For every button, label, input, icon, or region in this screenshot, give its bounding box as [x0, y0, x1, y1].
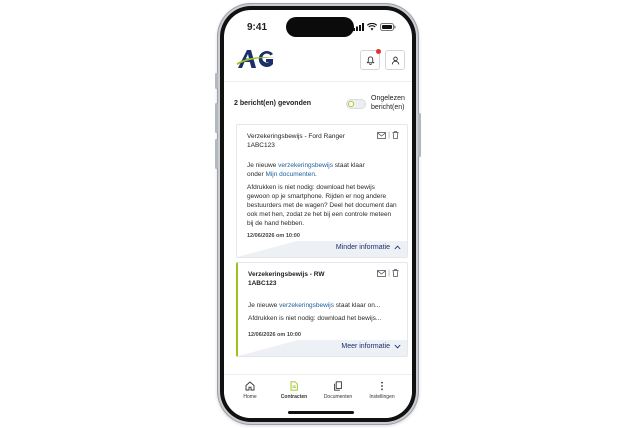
- user-icon: [391, 56, 399, 64]
- intro-text-end: staat klaar: [333, 162, 365, 169]
- bottom-nav: Home Contracten Documenten Instellingen: [224, 374, 412, 418]
- toggle-knob: [348, 101, 354, 107]
- nav-documenten-label: Documenten: [323, 394, 353, 400]
- message-body: Afdrukken is niet nodig: download het be…: [247, 184, 397, 227]
- less-info-label: Minder informatie: [335, 244, 390, 251]
- wifi-icon: [367, 23, 377, 31]
- message-actions: |: [377, 131, 399, 139]
- home-icon: [245, 381, 255, 391]
- message-intro: Je nieuwe verzekeringsbewijs staat klaar…: [248, 301, 398, 310]
- app-header: [224, 42, 412, 82]
- bell-icon: [365, 55, 375, 65]
- message-reference: 1ABC123: [248, 280, 277, 287]
- message-body: Afdrukken is niet nodig: download het be…: [248, 315, 382, 322]
- volume-up-button: [215, 103, 218, 133]
- ag-logo[interactable]: [236, 48, 276, 75]
- notification-badge: [376, 49, 381, 54]
- message-date: 12/06/2026 om 10:00: [248, 332, 301, 338]
- phone-frame: 9:41 2 bericht(en) gevonden Ongelezen be…: [215, 3, 421, 425]
- envelope-icon[interactable]: [377, 269, 387, 277]
- more-info-button[interactable]: Meer informatie: [341, 343, 401, 350]
- message-intro: Je nieuwe verzekeringsbewijs staat klaar…: [247, 161, 397, 179]
- chevron-up-icon: [394, 245, 401, 250]
- verzekeringsbewijs-link[interactable]: verzekeringsbewijs: [278, 162, 333, 169]
- results-count: 2 bericht(en) gevonden: [234, 100, 312, 107]
- less-info-button[interactable]: Minder informatie: [336, 244, 401, 251]
- home-indicator: [288, 411, 354, 414]
- message-title: Verzekeringsbewijs - RW: [248, 271, 325, 278]
- message-footer: Meer informatie: [238, 340, 407, 356]
- more-vertical-icon: [381, 381, 383, 391]
- nav-documenten[interactable]: Documenten: [316, 381, 360, 400]
- nav-home-label: Home: [243, 394, 257, 400]
- nav-home[interactable]: Home: [228, 381, 272, 400]
- trash-icon[interactable]: [392, 269, 399, 277]
- intro-text-2: onder: [247, 171, 266, 178]
- filter-row: 2 bericht(en) gevonden Ongelezen bericht…: [234, 90, 410, 116]
- envelope-icon[interactable]: [377, 131, 387, 139]
- phone-bezel: 9:41 2 bericht(en) gevonden Ongelezen be…: [220, 6, 416, 422]
- status-time: 9:41: [247, 22, 268, 33]
- chevron-down-icon: [394, 344, 401, 349]
- cellular-signal-icon: [353, 23, 364, 31]
- intro-text-end: staat klaar on...: [334, 302, 381, 309]
- unread-toggle-label: Ongelezen bericht(en): [371, 95, 405, 111]
- status-icons: [353, 22, 396, 32]
- action-separator: |: [388, 269, 390, 277]
- message-footer: Minder informatie: [237, 241, 407, 257]
- document-icon: [290, 381, 298, 391]
- unread-toggle[interactable]: [346, 99, 366, 109]
- footer-shape: [237, 241, 297, 257]
- intro-text: Je nieuwe: [247, 162, 279, 169]
- ag-logo-mark: [237, 50, 275, 68]
- message-card[interactable]: Verzekeringsbewijs - RW 1ABC123 | Je nie…: [236, 262, 408, 357]
- nav-instellingen-label: Instellingen: [369, 394, 395, 400]
- nav-instellingen[interactable]: Instellingen: [360, 381, 404, 400]
- verzekeringsbewijs-link[interactable]: verzekeringsbewijs: [279, 302, 334, 309]
- mijn-documenten-link[interactable]: Mijn documenten: [265, 171, 315, 178]
- intro-text: Je nieuwe: [248, 302, 280, 309]
- dynamic-island: [286, 17, 354, 37]
- battery-icon: [380, 23, 396, 31]
- status-bar: 9:41: [224, 10, 412, 38]
- intro-text-2-end: .: [314, 171, 317, 178]
- more-info-label: Meer informatie: [341, 343, 390, 350]
- message-date: 12/06/2026 om 10:00: [247, 233, 300, 239]
- documents-icon: [334, 381, 342, 391]
- message-actions: |: [377, 269, 399, 277]
- nav-contracten-label: Contracten: [280, 394, 308, 400]
- message-reference: 1ABC123: [247, 142, 275, 149]
- volume-down-button: [215, 139, 218, 169]
- profile-button[interactable]: [385, 50, 405, 70]
- trash-icon[interactable]: [392, 131, 399, 139]
- message-title: Verzekeringsbewijs - Ford Ranger: [247, 133, 345, 140]
- phone-screen: 9:41 2 bericht(en) gevonden Ongelezen be…: [224, 10, 412, 418]
- footer-shape: [238, 340, 298, 356]
- nav-contracten[interactable]: Contracten: [272, 381, 316, 400]
- message-card[interactable]: Verzekeringsbewijs - Ford Ranger 1ABC123…: [236, 124, 408, 258]
- notifications-button[interactable]: [360, 49, 381, 70]
- mute-switch: [215, 73, 218, 89]
- power-button: [418, 113, 421, 157]
- action-separator: |: [388, 131, 390, 139]
